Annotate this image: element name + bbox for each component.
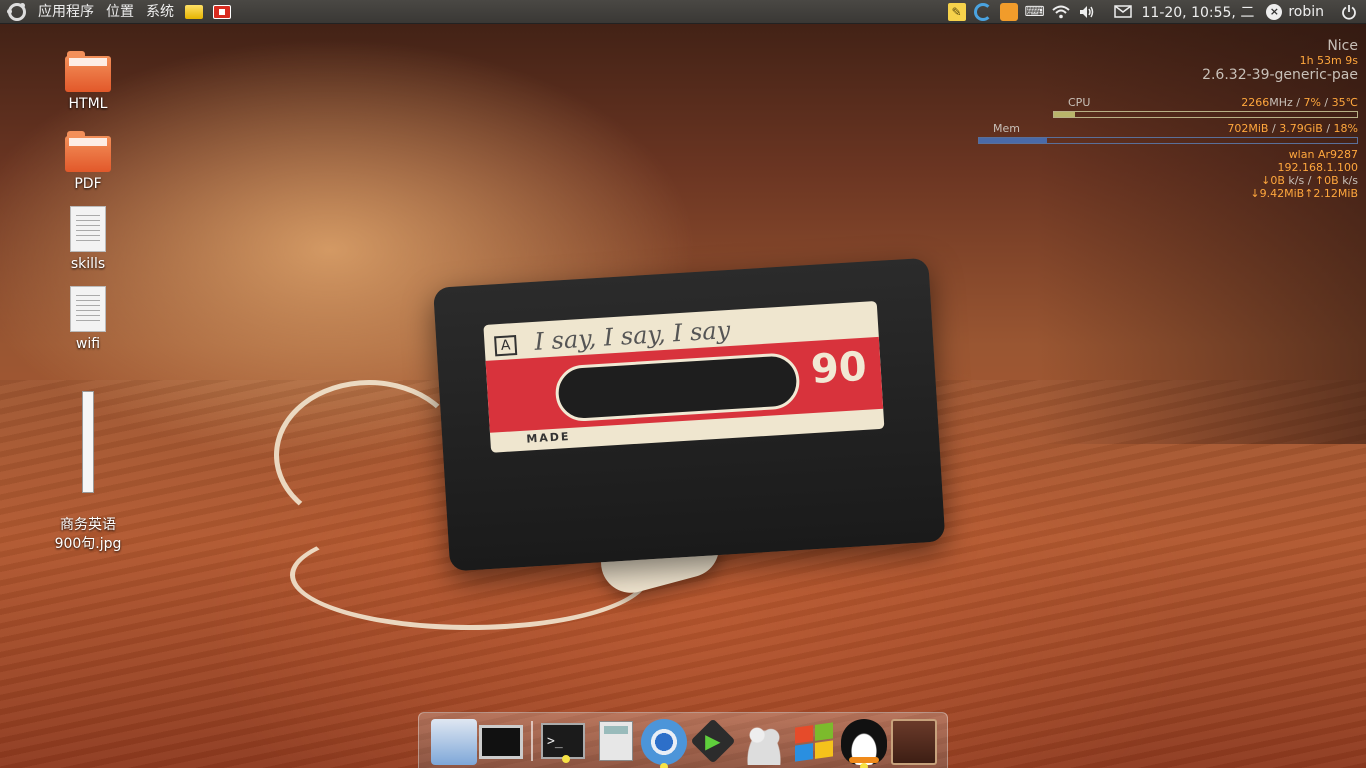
qq-penguin-icon[interactable] [841, 719, 887, 768]
net-rate-unit: k/s [1342, 174, 1358, 187]
volume-icon[interactable] [1078, 3, 1096, 21]
net-down-total: ↓9.42MiB [1250, 187, 1305, 200]
user-name[interactable]: robin [1282, 4, 1330, 20]
close-icon[interactable]: × [1266, 3, 1283, 20]
cpu-separator: / [1324, 96, 1329, 109]
mem-used: 702MiB [1227, 122, 1269, 135]
folder-icon [65, 51, 111, 92]
cpu-bar [1053, 111, 1358, 118]
panel-tray: ✎ ⌨ 11-20, 10:55, 二 × robin [944, 0, 1366, 24]
cassette-number: 90 [809, 343, 869, 394]
cpu-mhz-unit: MHz / [1269, 96, 1300, 109]
net-down-rate: ↓0B [1261, 174, 1285, 187]
ubuntu-logo-icon[interactable] [7, 2, 26, 21]
mem-percent: 18% [1333, 122, 1358, 135]
desktop-icon-label: HTML [68, 96, 108, 112]
desktop-icon-label: 商务英语 900句.jpg [54, 517, 122, 552]
swirl-icon[interactable] [973, 2, 992, 21]
conky-mem-label: Mem [993, 122, 1020, 135]
wallpaper-cable [274, 380, 464, 530]
desktop-icon-wifi[interactable]: wifi [38, 286, 138, 352]
chromium-icon[interactable] [641, 719, 687, 768]
conky-net-rate: ↓0B k/s / ↑0B k/s [1261, 174, 1358, 187]
wallpaper-shadow [1036, 24, 1366, 444]
conky-kernel: 2.6.32-39-generic-pae [1202, 67, 1358, 83]
mem-bar [978, 137, 1358, 144]
running-indicator [860, 763, 868, 768]
mem-total: 3.79GiB [1279, 122, 1323, 135]
desktop-icon-jpg[interactable]: 商务英语 900句.jpg [38, 372, 138, 573]
conky-title: Nice [1327, 38, 1358, 54]
keyboard-icon[interactable]: ⌨ [1024, 3, 1044, 21]
conky-net-total: ↓9.42MiB↑2.12MiB [1250, 187, 1358, 200]
mem-separator: / [1326, 122, 1331, 135]
net-up-total: ↑2.12MiB [1304, 187, 1358, 200]
app-launcher-icon[interactable] [213, 4, 231, 19]
desktop-icon-label: wifi [75, 336, 101, 352]
ime-icon[interactable] [999, 2, 1018, 21]
media-player-icon[interactable]: ▶ [690, 718, 736, 764]
conky-cpu-label: CPU [1068, 96, 1091, 109]
cpu-temp: 35℃ [1331, 96, 1358, 109]
menu-system[interactable]: 系统 [140, 0, 180, 24]
terminal-glyph: >_ [547, 733, 563, 749]
clock[interactable]: 11-20, 10:55, 二 [1136, 2, 1261, 22]
calculator-icon[interactable] [599, 721, 633, 761]
document-icon [70, 206, 106, 252]
desktop-icon-label: skills [70, 256, 106, 272]
desktop-icon-html[interactable]: HTML [38, 51, 138, 112]
cpu-mhz: 2266 [1241, 96, 1270, 109]
top-panel: 应用程序 位置 系统 ✎ ⌨ 11-20, 10:55, 二 × robin [0, 0, 1366, 24]
cpu-percent: 7% [1303, 96, 1321, 109]
dock-separator [531, 721, 533, 761]
conky-mem-stats: 702MiB / 3.79GiB / 18% [1227, 122, 1358, 135]
conky-net-ip: 192.168.1.100 [1277, 161, 1358, 174]
dock: >_ ▶ [418, 712, 948, 768]
net-rate-unit: k/s / [1288, 174, 1312, 187]
desktop-screen-icon[interactable] [479, 725, 523, 759]
sticky-notes-icon[interactable]: ✎ [947, 2, 966, 21]
conky-net-iface: wlan Ar9287 [1288, 148, 1358, 161]
cassette-side-letter: A [494, 335, 518, 357]
menu-places[interactable]: 位置 [100, 0, 140, 24]
mem-separator: / [1271, 122, 1276, 135]
windows-icon[interactable] [791, 719, 837, 765]
terminal-icon[interactable]: >_ [541, 723, 585, 763]
users-icon[interactable] [741, 719, 787, 765]
desktop-icon-skills[interactable]: skills [38, 206, 138, 272]
menu-applications[interactable]: 应用程序 [32, 0, 100, 24]
running-indicator [660, 763, 668, 768]
image-thumbnail-icon [82, 391, 94, 493]
document-icon [70, 286, 106, 332]
cassette-label: A I say, I say, I say 90 MADE [483, 300, 885, 453]
file-manager-icon[interactable] [431, 719, 477, 765]
running-indicator [562, 755, 570, 763]
conky-uptime: 1h 53m 9s [1299, 54, 1358, 67]
cpu-bar-fill [1054, 112, 1076, 117]
conky-cpu-stats: 2266MHz / 7% / 35℃ [1241, 96, 1358, 109]
power-icon[interactable] [1340, 3, 1358, 21]
folder-icon [65, 131, 111, 172]
folder-icon[interactable] [185, 4, 203, 19]
wallpaper-cassette: A I say, I say, I say 90 MADE [433, 257, 946, 572]
mail-icon[interactable] [1113, 3, 1132, 21]
net-up-rate: ↑0B [1314, 174, 1339, 187]
cassette-brand: MADE [526, 429, 571, 446]
mem-bar-fill [979, 138, 1048, 143]
panel-menus: 应用程序 位置 系统 [0, 0, 236, 24]
wifi-icon[interactable] [1051, 3, 1070, 21]
desktop-icon-pdf[interactable]: PDF [38, 131, 138, 192]
desktop-icon-label: PDF [74, 176, 102, 192]
book-icon[interactable] [891, 719, 937, 765]
